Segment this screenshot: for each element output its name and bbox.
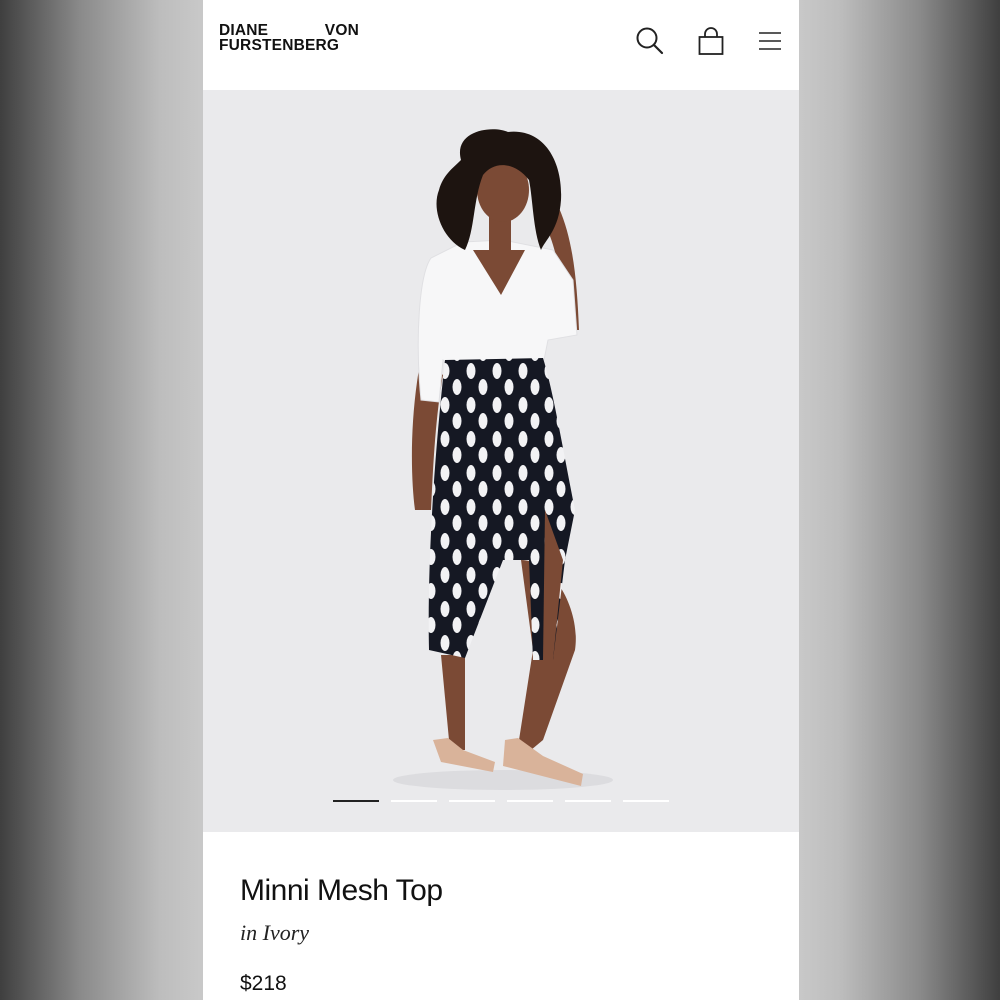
carousel-indicator[interactable] bbox=[507, 800, 553, 802]
menu-button[interactable] bbox=[753, 24, 787, 58]
carousel-indicator-active[interactable] bbox=[333, 800, 379, 802]
logo-word-von: VON bbox=[324, 22, 359, 39]
carousel-indicator[interactable] bbox=[565, 800, 611, 802]
product-photo bbox=[393, 129, 613, 790]
hamburger-menu-icon bbox=[759, 32, 781, 50]
brand-logo[interactable]: DIANE VON FURSTENBERG bbox=[219, 22, 359, 54]
product-color: in Ivory bbox=[240, 920, 310, 945]
product-info: Minni Mesh Top in Ivory $218 bbox=[203, 832, 799, 1000]
logo-word-furstenberg: FURSTENBERG bbox=[219, 37, 340, 54]
shopping-bag-icon bbox=[698, 27, 724, 55]
product-title: Minni Mesh Top bbox=[240, 874, 443, 907]
product-image-carousel[interactable] bbox=[203, 90, 799, 832]
product-price: $218 bbox=[240, 972, 287, 995]
logo-word-diane: DIANE bbox=[219, 22, 269, 39]
site-header: DIANE VON FURSTENBERG bbox=[203, 0, 799, 90]
carousel-indicators bbox=[333, 800, 669, 802]
carousel-indicator[interactable] bbox=[391, 800, 437, 802]
carousel-indicator[interactable] bbox=[449, 800, 495, 802]
search-icon bbox=[636, 27, 664, 55]
shopping-bag-button[interactable] bbox=[694, 24, 728, 58]
carousel-indicator[interactable] bbox=[623, 800, 669, 802]
search-button[interactable] bbox=[633, 24, 667, 58]
mobile-page: DIANE VON FURSTENBERG Minni Mesh Top in … bbox=[203, 0, 799, 1000]
